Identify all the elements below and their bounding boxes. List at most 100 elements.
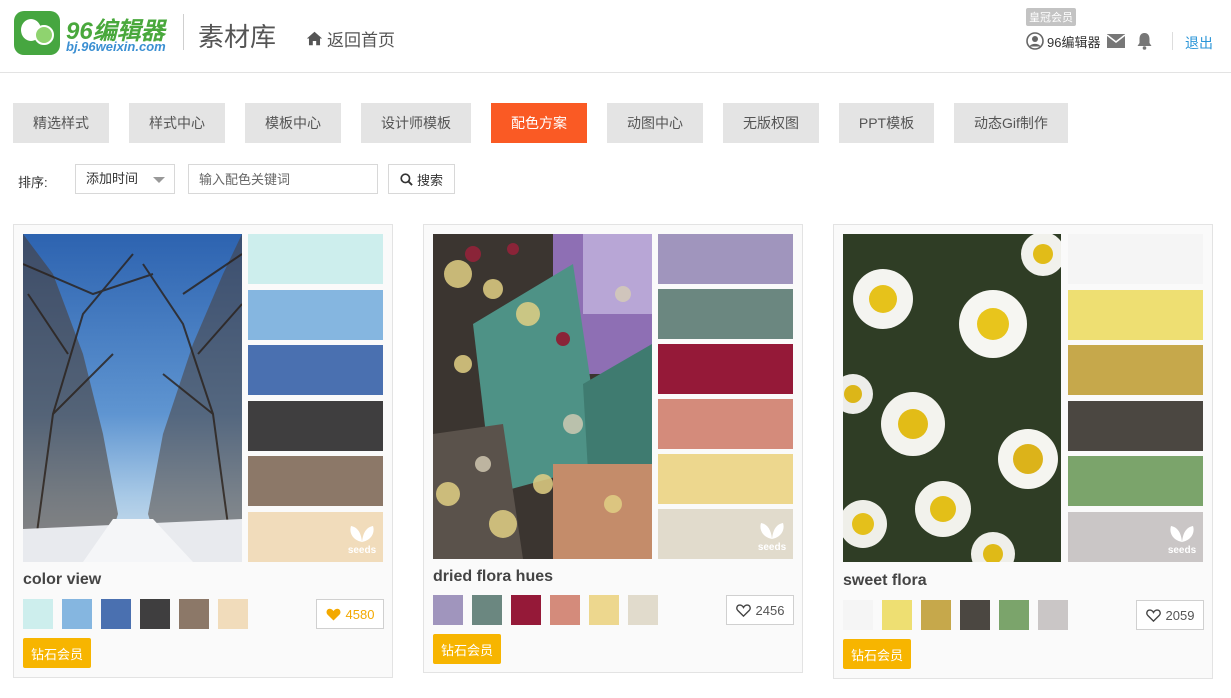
- swatch: [248, 289, 383, 340]
- swatch: seeds: [248, 512, 383, 562]
- leaf-logo-icon: [350, 526, 374, 542]
- mail-icon[interactable]: [1106, 33, 1126, 49]
- heart-icon: [326, 608, 340, 621]
- like-count: 4580: [345, 606, 375, 622]
- leaf-logo-icon: [760, 523, 784, 539]
- swatch: [248, 345, 383, 396]
- tab-color-schemes[interactable]: 配色方案: [491, 103, 587, 143]
- color-chip[interactable]: [999, 600, 1029, 630]
- header-divider: [183, 14, 184, 50]
- tab-ppt-templates[interactable]: PPT模板: [839, 103, 934, 143]
- tab-template-center[interactable]: 模板中心: [245, 103, 341, 143]
- search-input[interactable]: [188, 164, 378, 194]
- swatch: [1068, 234, 1203, 284]
- palette-swatches: seeds: [1068, 234, 1203, 562]
- user-area: 96编辑器: [1026, 30, 1153, 52]
- home-link[interactable]: 返回首页: [306, 26, 395, 51]
- home-icon: [306, 31, 323, 46]
- user-name[interactable]: 96编辑器: [1047, 32, 1100, 51]
- color-chip[interactable]: [882, 600, 912, 630]
- swatch: [248, 456, 383, 507]
- swatch: [248, 234, 383, 284]
- color-chip[interactable]: [140, 599, 170, 629]
- logout-link[interactable]: 退出: [1185, 33, 1213, 53]
- tab-featured-styles[interactable]: 精选样式: [13, 103, 109, 143]
- like-button[interactable]: 4580: [316, 599, 384, 629]
- user-avatar-icon[interactable]: [1026, 32, 1044, 50]
- sort-dropdown-value: 添加时间: [86, 171, 139, 186]
- leaf-logo-icon: [1170, 526, 1194, 542]
- sort-label: 排序:: [18, 175, 48, 190]
- swatch: [1068, 289, 1203, 340]
- like-count: 2456: [755, 602, 785, 618]
- palette-name[interactable]: sweet flora: [843, 572, 927, 590]
- swatch: [1068, 456, 1203, 507]
- tab-copyright-free-images[interactable]: 无版权图: [723, 103, 819, 143]
- heart-outline-icon: [735, 603, 751, 617]
- seeds-watermark: seeds: [1167, 524, 1197, 556]
- swatch: [658, 399, 793, 449]
- logo-url: bj.96weixin.com: [66, 39, 166, 54]
- diamond-member-badge[interactable]: 钻石会员: [843, 639, 911, 669]
- color-chip[interactable]: [589, 595, 619, 625]
- color-chip[interactable]: [960, 600, 990, 630]
- site-logo[interactable]: 96编辑器 bj.96weixin.com: [14, 11, 174, 57]
- tab-gif-maker[interactable]: 动态Gif制作: [954, 103, 1068, 143]
- color-chip[interactable]: [1038, 600, 1068, 630]
- logo-icon: [14, 11, 60, 55]
- swatch: seeds: [1068, 512, 1203, 562]
- home-link-label: 返回首页: [327, 31, 395, 50]
- top-header: 96编辑器 bj.96weixin.com 素材库 返回首页 皇冠会员 96编辑…: [0, 0, 1231, 73]
- like-button[interactable]: 2059: [1136, 600, 1204, 630]
- tab-animated-images[interactable]: 动图中心: [607, 103, 703, 143]
- sort-dropdown[interactable]: 添加时间: [75, 164, 175, 194]
- seeds-watermark: seeds: [347, 524, 377, 556]
- color-chip[interactable]: [921, 600, 951, 630]
- color-chip[interactable]: [101, 599, 131, 629]
- palette-name[interactable]: color view: [23, 571, 101, 589]
- vip-badge: 皇冠会员: [1026, 8, 1076, 26]
- palette-card[interactable]: seeds color view 4580 钻石会员: [13, 224, 393, 678]
- color-chip[interactable]: [23, 599, 53, 629]
- like-button[interactable]: 2456: [726, 595, 794, 625]
- color-chip[interactable]: [218, 599, 248, 629]
- swatch: [658, 234, 793, 284]
- palette-photo: [23, 234, 242, 562]
- palette-swatches: seeds: [248, 234, 383, 562]
- swatch: [658, 289, 793, 339]
- page-title: 素材库: [198, 22, 277, 52]
- diamond-member-badge[interactable]: 钻石会员: [23, 638, 91, 668]
- swatch: [658, 454, 793, 504]
- seeds-watermark: seeds: [757, 521, 787, 553]
- color-chip[interactable]: [62, 599, 92, 629]
- color-chip[interactable]: [550, 595, 580, 625]
- swatch: [1068, 345, 1203, 396]
- swatch: seeds: [658, 509, 793, 559]
- tab-designer-templates[interactable]: 设计师模板: [361, 103, 471, 143]
- palette-swatches: seeds: [658, 234, 793, 559]
- bell-icon[interactable]: [1136, 32, 1153, 50]
- swatch: [1068, 400, 1203, 451]
- diamond-member-badge[interactable]: 钻石会员: [433, 634, 501, 664]
- swatch: [658, 344, 793, 394]
- palette-photo: [433, 234, 652, 559]
- heart-outline-icon: [1145, 608, 1161, 622]
- color-chip[interactable]: [472, 595, 502, 625]
- search-button[interactable]: 搜索: [388, 164, 455, 194]
- color-chip[interactable]: [511, 595, 541, 625]
- color-chip[interactable]: [433, 595, 463, 625]
- chevron-down-icon: [153, 177, 165, 183]
- palette-card[interactable]: seeds dried flora hues 2456 钻石会员: [423, 224, 803, 673]
- palette-photo: [843, 234, 1061, 562]
- color-chip[interactable]: [628, 595, 658, 625]
- palette-card[interactable]: seeds sweet flora 2059 钻石会员: [833, 224, 1213, 679]
- like-count: 2059: [1165, 607, 1195, 623]
- search-button-label: 搜索: [416, 172, 443, 188]
- swatch: [248, 400, 383, 451]
- color-chip[interactable]: [843, 600, 873, 630]
- tab-style-center[interactable]: 样式中心: [129, 103, 225, 143]
- palette-name[interactable]: dried flora hues: [433, 568, 553, 586]
- color-chip[interactable]: [179, 599, 209, 629]
- search-icon: [400, 172, 413, 186]
- logout-divider: [1172, 32, 1173, 50]
